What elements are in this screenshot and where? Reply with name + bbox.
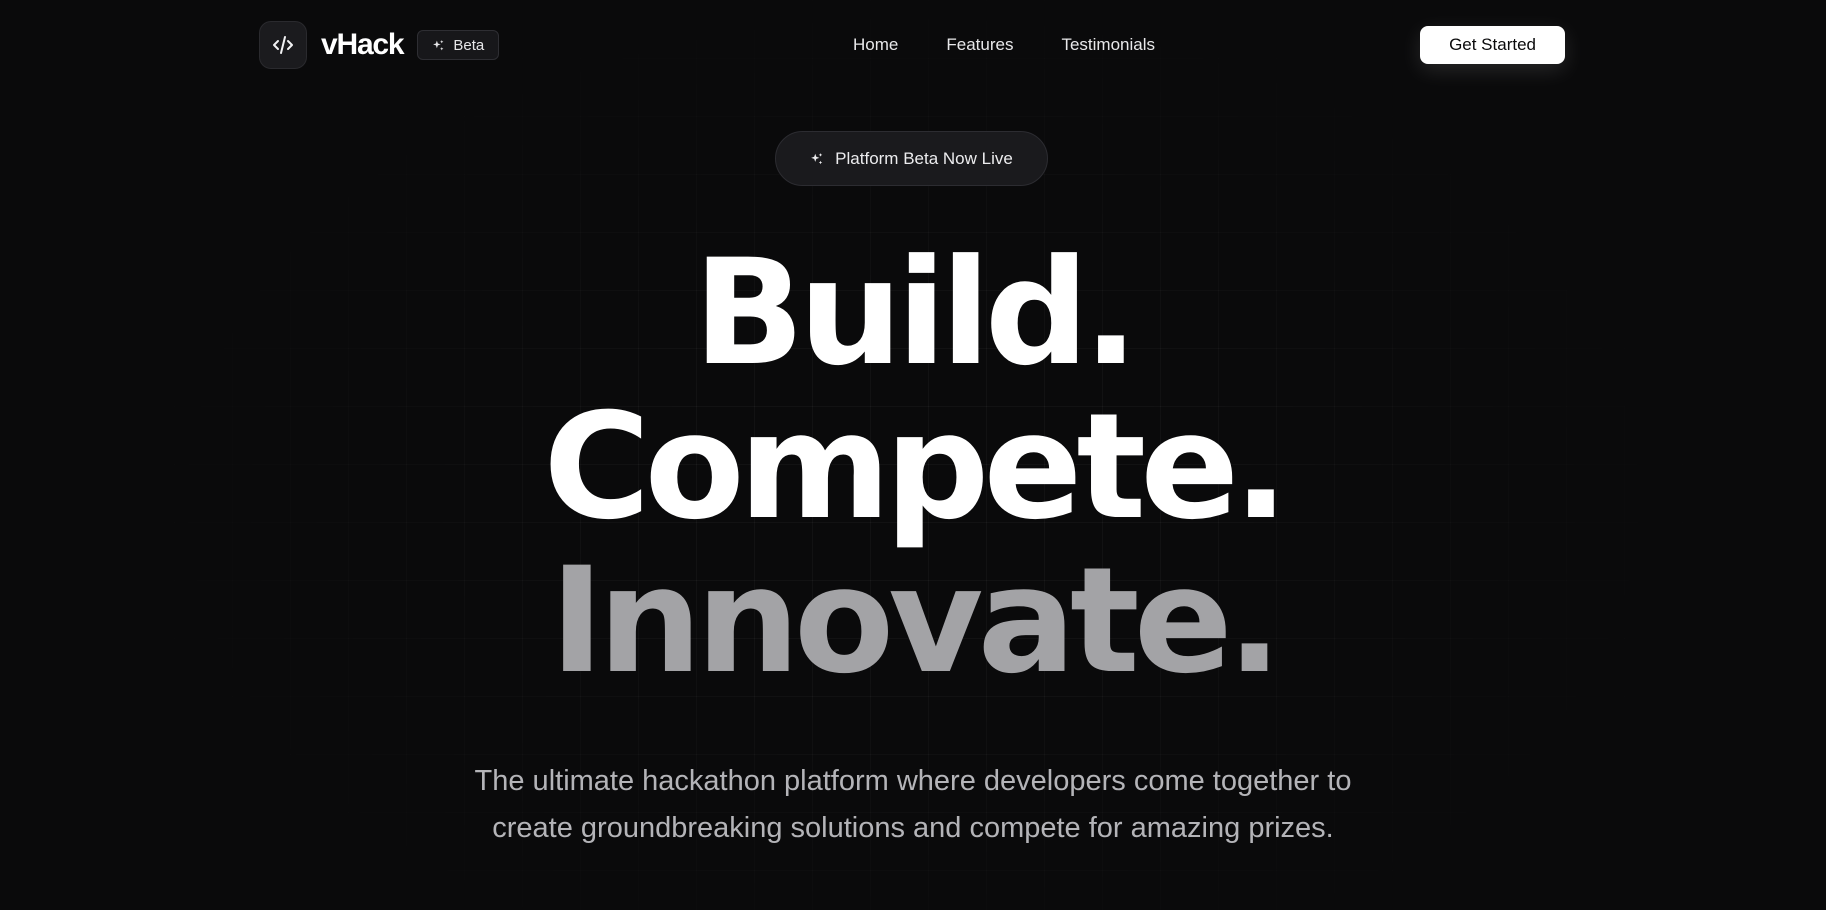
sparkles-icon: [811, 152, 823, 164]
hero-subtitle: The ultimate hackathon platform where de…: [474, 765, 1352, 844]
get-started-button[interactable]: Get Started: [1420, 26, 1565, 64]
sparkles-icon: [433, 39, 444, 50]
brand-name[interactable]: vHack: [321, 28, 405, 62]
brand[interactable]: vHack Beta: [259, 21, 500, 69]
top-navbar: vHack Beta Home Features Testimonials Ge…: [259, 20, 1565, 70]
announcement-pill[interactable]: Platform Beta Now Live: [775, 131, 1048, 186]
beta-badge-label: Beta: [453, 36, 485, 54]
nav-link-testimonials[interactable]: Testimonials: [1061, 35, 1155, 55]
landing-page: vHack Beta Home Features Testimonials Ge…: [0, 0, 1826, 910]
announcement-label: Platform Beta Now Live: [835, 148, 1013, 168]
nav-link-features[interactable]: Features: [946, 35, 1013, 55]
beta-badge: Beta: [417, 30, 500, 60]
nav-link-home[interactable]: Home: [853, 35, 898, 55]
logo[interactable]: [259, 21, 307, 69]
nav-links: Home Features Testimonials: [853, 35, 1155, 55]
headline-build: Build.: [693, 228, 1138, 398]
headline-innovate: Innovate.: [549, 536, 1282, 706]
headline-compete: Compete.: [543, 382, 1288, 552]
code-icon: [273, 36, 293, 54]
